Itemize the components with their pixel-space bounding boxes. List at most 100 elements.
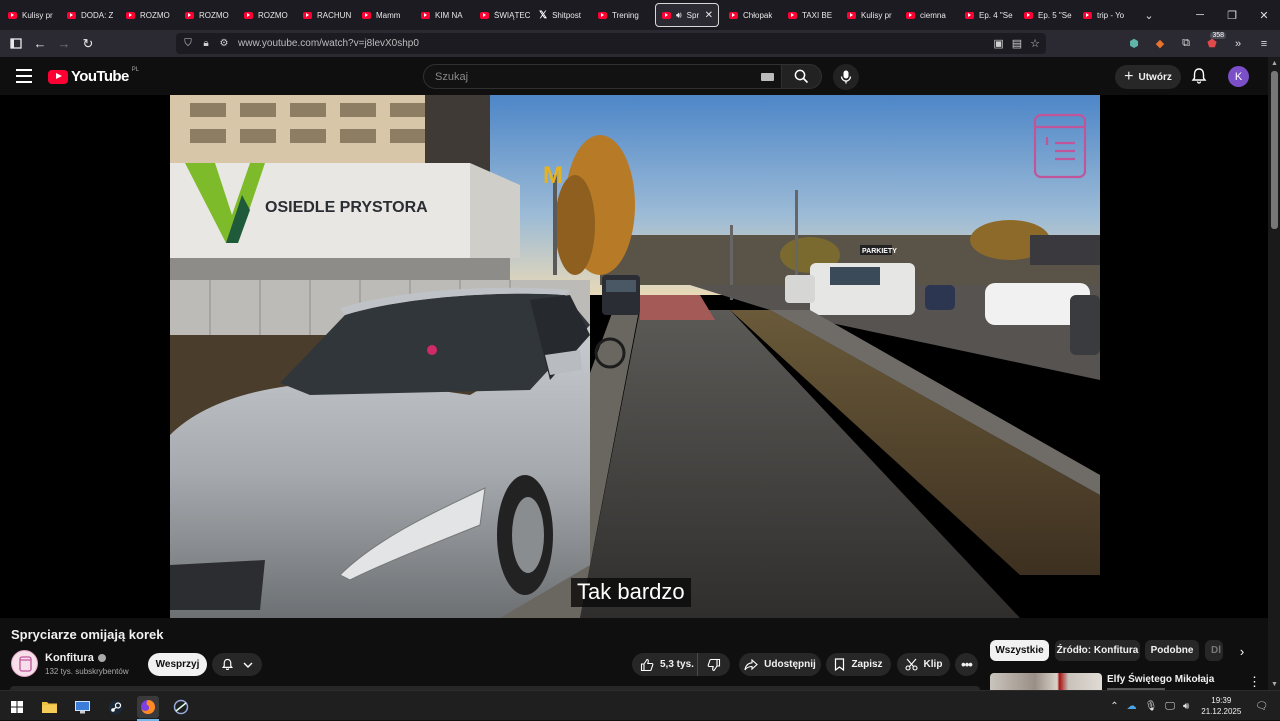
browser-tab[interactable]: ROZMO (120, 3, 179, 27)
browser-tab[interactable]: RACHUN (297, 3, 356, 27)
reader-view-icon[interactable]: ▤ (1012, 37, 1022, 50)
recommendation-more-icon[interactable]: ⋮ (1248, 674, 1261, 690)
thumbs-up-icon (640, 658, 654, 671)
browser-tab[interactable]: ŚWIĄTEC (474, 3, 533, 27)
save-button[interactable]: Zapisz (826, 653, 891, 676)
scrollbar-thumb[interactable] (1271, 71, 1278, 229)
like-button[interactable]: 5,3 tys. (632, 653, 698, 676)
browser-tab[interactable]: ROZMO (238, 3, 297, 27)
browser-nav-bar: ← → ↻ ⛉ 🔒︎ ⚙ www.youtube.com/watch?v=j8l… (0, 30, 1280, 57)
minimize-icon[interactable]: ─ (1184, 0, 1216, 30)
browser-tab[interactable]: Kulisy pr (2, 3, 61, 27)
browser-tab[interactable]: trip - Yo (1077, 3, 1136, 27)
firefox-icon[interactable] (137, 696, 159, 721)
file-explorer-icon[interactable] (38, 696, 60, 718)
browser-tab[interactable]: Trening (592, 3, 651, 27)
chip-all[interactable]: Wszystkie (990, 640, 1049, 661)
browser-tab[interactable]: DODA: Z (61, 3, 120, 27)
browser-tab[interactable]: 𝕏 Shitpost (533, 3, 592, 27)
steam-icon[interactable] (104, 696, 126, 718)
youtube-icon (1024, 11, 1033, 19)
browser-tab[interactable]: Kulisy pr (841, 3, 900, 27)
browser-tab[interactable]: Ep. 5 "Se (1018, 3, 1077, 27)
browser-tab[interactable]: Mamm (356, 3, 415, 27)
bookmark-star-icon[interactable]: ☆ (1030, 37, 1040, 50)
url-text[interactable]: www.youtube.com/watch?v=j8levX0shp0 (238, 38, 419, 49)
search-button[interactable] (781, 64, 822, 89)
recommendation-title[interactable]: Elfy Świętego Mikołaja (1107, 674, 1214, 685)
account-avatar[interactable]: K (1228, 66, 1249, 87)
video-player[interactable]: OSIEDLE PRYSTORA M PARKIETY (0, 95, 1268, 618)
recommendation-thumbnail[interactable] (990, 673, 1102, 690)
dislike-button[interactable] (698, 658, 730, 672)
youtube-logo[interactable]: YouTube PL (48, 67, 139, 85)
speaker-icon[interactable]: 🔊︎ (676, 10, 682, 21)
more-tools-chevron-icon[interactable]: » (1228, 34, 1248, 54)
browser-tab[interactable]: TAXI BE (782, 3, 841, 27)
notifications-bell-icon[interactable] (1190, 67, 1208, 85)
extensions-puzzle-icon[interactable]: ⧉ (1176, 34, 1196, 54)
clip-button[interactable]: Klip (897, 653, 950, 676)
chip-related[interactable]: Podobne (1145, 640, 1199, 661)
fox-extension-icon[interactable]: ◆ (1150, 34, 1170, 54)
channel-name[interactable]: Konfitura (45, 652, 106, 664)
forward-arrow-icon[interactable]: → (52, 30, 76, 57)
svg-text:M: M (543, 162, 563, 189)
parking-sign-text: PARKIETY (862, 248, 897, 255)
page-scrollbar[interactable]: ▲ ▼ (1268, 57, 1280, 690)
scroll-down-icon[interactable]: ▼ (1271, 681, 1278, 688)
browser-tab[interactable]: ROZMO (179, 3, 238, 27)
scroll-up-icon[interactable]: ▲ (1271, 60, 1278, 67)
back-arrow-icon[interactable]: ← (28, 30, 52, 57)
windows-start-icon[interactable] (6, 696, 28, 718)
youtube-icon (788, 11, 797, 19)
browser-tab[interactable]: ciemna (900, 3, 959, 27)
cloud-icon[interactable]: ☁ (1127, 701, 1137, 712)
app-menu-icon[interactable]: ≡ (1254, 34, 1274, 54)
sidebar-toggle-icon[interactable] (4, 30, 28, 57)
hamburger-menu-icon[interactable] (16, 69, 32, 83)
ublock-extension-icon[interactable]: ⬟ 358 (1202, 31, 1226, 54)
create-button[interactable]: + Utwórz (1115, 65, 1181, 89)
notifications-bell-icon (222, 658, 233, 671)
close-window-icon[interactable]: ✕ (1248, 0, 1280, 30)
reload-icon[interactable]: ↻ (76, 30, 100, 57)
keyboard-icon[interactable] (761, 73, 774, 81)
microphone-icon[interactable]: 🎙︎ (1145, 701, 1158, 712)
close-tab-icon[interactable]: ✕ (705, 10, 713, 21)
volume-icon[interactable]: 🔊︎ (1183, 701, 1189, 712)
chevron-up-icon[interactable]: ⌃ (1110, 701, 1118, 712)
share-button[interactable]: Udostępnij (739, 653, 821, 676)
shield-icon[interactable]: ⛉ (182, 38, 194, 49)
picture-in-picture-icon[interactable]: ▣ (993, 37, 1003, 50)
youtube-icon (662, 11, 671, 19)
voice-search-button[interactable] (833, 64, 859, 90)
search-input[interactable]: Szukaj (423, 64, 787, 89)
video-frame[interactable]: OSIEDLE PRYSTORA M PARKIETY (170, 95, 1100, 618)
scissors-icon (904, 658, 918, 671)
taskbar-clock[interactable]: 19:39 21.12.2025 (1201, 695, 1241, 717)
shield-extension-icon[interactable]: ⬢ (1124, 34, 1144, 54)
subscribed-notifications-button[interactable] (212, 653, 262, 676)
browser-tab-active[interactable]: 🔊︎ Spr ✕ (655, 3, 719, 27)
chip-source[interactable]: Źródło: Konfitura (1055, 640, 1140, 661)
remote-desktop-icon[interactable] (71, 696, 93, 718)
address-bar[interactable]: ⛉ 🔒︎ ⚙ www.youtube.com/watch?v=j8levX0sh… (176, 33, 1046, 54)
more-actions-icon[interactable]: ••• (955, 653, 978, 676)
network-icon[interactable]: 🖵 (1165, 701, 1175, 712)
tab-list-chevron-down-icon[interactable]: ⌄ (1136, 9, 1162, 22)
chevron-right-icon[interactable]: › (1232, 641, 1252, 661)
lock-icon[interactable]: 🔒︎ (200, 38, 212, 49)
channel-avatar[interactable] (11, 650, 38, 677)
app-icon[interactable] (170, 696, 192, 718)
restore-icon[interactable]: ❐ (1216, 0, 1248, 30)
youtube-icon (480, 11, 489, 19)
browser-tab[interactable]: Chłopak (723, 3, 782, 27)
notifications-icon[interactable]: 🗨︎ (1255, 701, 1268, 712)
microphone-icon (840, 70, 852, 84)
chip-partial[interactable]: Dl (1205, 640, 1223, 661)
browser-tab[interactable]: Ep. 4 "Se (959, 3, 1018, 27)
join-button[interactable]: Wesprzyj (148, 653, 207, 676)
browser-tab[interactable]: KIM NA (415, 3, 474, 27)
permissions-icon[interactable]: ⚙ (218, 38, 230, 49)
